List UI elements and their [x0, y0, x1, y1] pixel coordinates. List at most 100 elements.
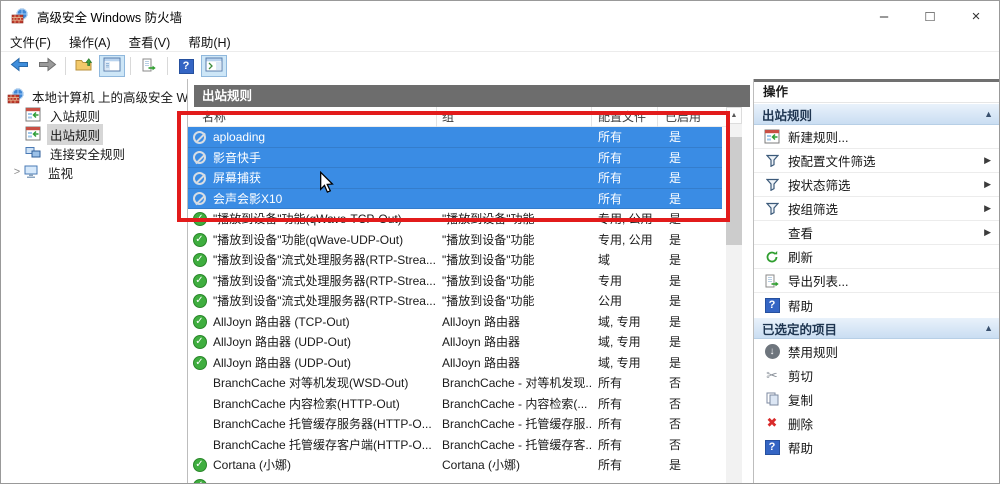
table-row[interactable]: ✓ "播放到设备"流式处理服务器(RTP-Strea... "播放到设备"功能 公用 是: [188, 291, 722, 312]
list-panel-title: 出站规则: [194, 85, 750, 107]
rule-group: [437, 148, 592, 169]
table-row[interactable]: ✓ "播放到设备"流式处理服务器(RTP-Strea... "播放到设备"功能 专用 是: [188, 271, 722, 292]
action-cut[interactable]: ✂ 剪切: [754, 363, 999, 387]
scroll-up-button[interactable]: ▲: [726, 107, 742, 124]
actions-section-header-1[interactable]: 已选定的项目 ▲: [754, 317, 999, 339]
actions-panel: 操作 出站规则 ▲ 新建规则... 按配置文件筛选 ▶ 按状态筛选 ▶ 按组筛选 ▶ 查看 ▶ 刷新导…: [754, 79, 999, 483]
up-folder-toolbar-button[interactable]: [71, 55, 97, 77]
rule-name: Cortana (小娜): [213, 458, 292, 472]
table-row[interactable]: ✓ AllJoyn 路由器 (UDP-Out) AllJoyn 路由器 域, 专用 是: [188, 353, 722, 374]
table-row[interactable]: BranchCache 托管缓存服务器(HTTP-O... BranchCache…: [188, 414, 722, 435]
back-icon: [10, 57, 29, 75]
action-view[interactable]: 查看 ▶: [754, 221, 999, 245]
rule-name: "播放到设备"功能(qWave-TCP-Out): [213, 212, 402, 226]
action-filter-by-group[interactable]: 按组筛选 ▶: [754, 197, 999, 221]
rule-name: AllJoyn 路由器 (TCP-Out): [213, 314, 350, 329]
menu-item-3[interactable]: 帮助(H): [179, 30, 239, 53]
expander-chevron-icon[interactable]: >: [11, 166, 23, 178]
rule-profile: 专用, 公用: [598, 232, 653, 247]
minimize-button[interactable]: –: [861, 1, 907, 31]
table-row[interactable]: ✓ Cortana (小娜) Cortana (小娜) 所有 是: [188, 455, 722, 476]
action-delete[interactable]: ✖ 删除: [754, 411, 999, 435]
table-row[interactable]: ✓: [188, 476, 722, 483]
action-filter-by-profile[interactable]: 按配置文件筛选 ▶: [754, 149, 999, 173]
rule-profile: 所有: [598, 417, 623, 431]
filter-icon: [762, 178, 782, 191]
menu-item-0[interactable]: 文件(F): [1, 30, 60, 53]
rule-group: BranchCache - 托管缓存服...: [442, 417, 592, 431]
action-label: 删除: [788, 417, 814, 432]
collapse-caret-icon[interactable]: ▲: [984, 109, 993, 119]
copy-icon: [762, 392, 782, 406]
sidebar-item-local-computer-firewall[interactable]: 本地计算机 上的高级安全 Windows 防火墙: [1, 87, 187, 105]
filter-icon: [762, 202, 782, 215]
action-label: 新建规则...: [788, 131, 849, 145]
forward-toolbar-button[interactable]: [34, 55, 60, 77]
rule-group: "播放到设备"功能: [442, 212, 535, 226]
action-label: 按组筛选: [788, 203, 839, 217]
delete-icon: ✖: [766, 415, 778, 430]
vertical-scrollbar[interactable]: ▲: [726, 107, 742, 483]
menu-item-2[interactable]: 查看(V): [120, 30, 180, 53]
action-export-list[interactable]: 导出列表...: [754, 269, 999, 293]
tree-root-label: 本地计算机 上的高级安全 Windows 防火墙: [32, 90, 188, 105]
window-title: 高级安全 Windows 防火墙: [37, 10, 183, 25]
action-copy[interactable]: 复制: [754, 387, 999, 411]
sidebar-item-inbound-rules[interactable]: 入站规则: [1, 106, 187, 124]
export-list-toolbar-button[interactable]: [136, 55, 162, 77]
table-row[interactable]: aploading 所有 是: [188, 127, 722, 148]
toolbar-separator: [130, 57, 131, 75]
action-refresh[interactable]: 刷新: [754, 245, 999, 269]
scrollbar-thumb[interactable]: [726, 137, 742, 245]
table-row[interactable]: ✓ "播放到设备"功能(qWave-TCP-Out) "播放到设备"功能 专用, 公用…: [188, 209, 722, 230]
action-disable-rule[interactable]: ↓ 禁用规则: [754, 339, 999, 363]
firewall-app-icon: [11, 8, 29, 24]
sidebar-item-connection-security-rules[interactable]: 连接安全规则: [1, 144, 187, 162]
rule-enabled: 是: [669, 355, 682, 370]
rule-profile: 所有: [598, 376, 623, 390]
sidebar-item-outbound-rules[interactable]: 出站规则: [1, 123, 187, 145]
close-button[interactable]: ×: [953, 1, 999, 31]
collapse-caret-icon[interactable]: ▲: [984, 323, 993, 333]
table-row[interactable]: BranchCache 内容检索(HTTP-Out) BranchCache - …: [188, 394, 722, 415]
allowed-rule-icon: ✓: [192, 212, 207, 227]
forward-icon: [38, 57, 57, 75]
blocked-rule-icon: [192, 150, 207, 165]
blocked-rule-icon: [192, 191, 207, 206]
sidebar-item-monitoring[interactable]: > 监视: [1, 163, 187, 181]
actions-section-header-0[interactable]: 出站规则 ▲: [754, 103, 999, 125]
column-header-0[interactable]: 名称: [188, 107, 437, 127]
table-row[interactable]: ✓ "播放到设备"功能(qWave-UDP-Out) "播放到设备"功能 专用, 公用…: [188, 230, 722, 251]
table-row[interactable]: ✓ AllJoyn 路由器 (TCP-Out) AllJoyn 路由器 域, 专用 是: [188, 312, 722, 333]
action-help[interactable]: ? 帮助: [754, 435, 999, 459]
back-toolbar-button[interactable]: [6, 55, 32, 77]
column-header-2[interactable]: 配置文件: [592, 107, 658, 127]
rule-profile: 所有: [598, 150, 623, 165]
action-help[interactable]: ? 帮助: [754, 293, 999, 317]
export-icon: [142, 58, 157, 75]
app-window: 高级安全 Windows 防火墙 – □ × 文件(F) 操作(A) 查看(V) 帮助(H…: [0, 0, 1000, 484]
rules-icon: [762, 129, 782, 144]
firewall-icon: [7, 88, 25, 104]
rule-group: BranchCache - 对等机发现...: [442, 376, 592, 390]
table-row[interactable]: ✓ AllJoyn 路由器 (UDP-Out) AllJoyn 路由器 域, 专用 是: [188, 332, 722, 353]
maximize-button[interactable]: □: [907, 1, 953, 31]
tree-item-label: 入站规则: [50, 109, 101, 124]
table-row[interactable]: 屏幕捕获 所有 是: [188, 168, 722, 189]
table-row[interactable]: BranchCache 对等机发现(WSD-Out) BranchCache - …: [188, 373, 722, 394]
help-toolbar-button[interactable]: ?: [173, 55, 199, 77]
rule-enabled: 否: [669, 417, 682, 431]
rule-profile: 公用: [598, 294, 623, 308]
action-new-rule[interactable]: 新建规则...: [754, 125, 999, 149]
table-row[interactable]: 影音快手 所有 是: [188, 147, 722, 169]
show-console-tree-toolbar-button[interactable]: [99, 55, 125, 77]
show-action-pane-toolbar-button[interactable]: [201, 55, 227, 77]
table-row[interactable]: ✓ "播放到设备"流式处理服务器(RTP-Strea... "播放到设备"功能 域 是: [188, 250, 722, 271]
submenu-arrow-icon: ▶: [984, 179, 991, 189]
table-row[interactable]: 会声会影X10 所有 是: [188, 188, 722, 209]
table-row[interactable]: BranchCache 托管缓存客户端(HTTP-O... BranchCache…: [188, 435, 722, 456]
menu-item-1[interactable]: 操作(A): [60, 30, 120, 53]
column-header-1[interactable]: 组: [437, 107, 592, 127]
action-filter-by-state[interactable]: 按状态筛选 ▶: [754, 173, 999, 197]
win-tree-icon: [103, 57, 121, 75]
